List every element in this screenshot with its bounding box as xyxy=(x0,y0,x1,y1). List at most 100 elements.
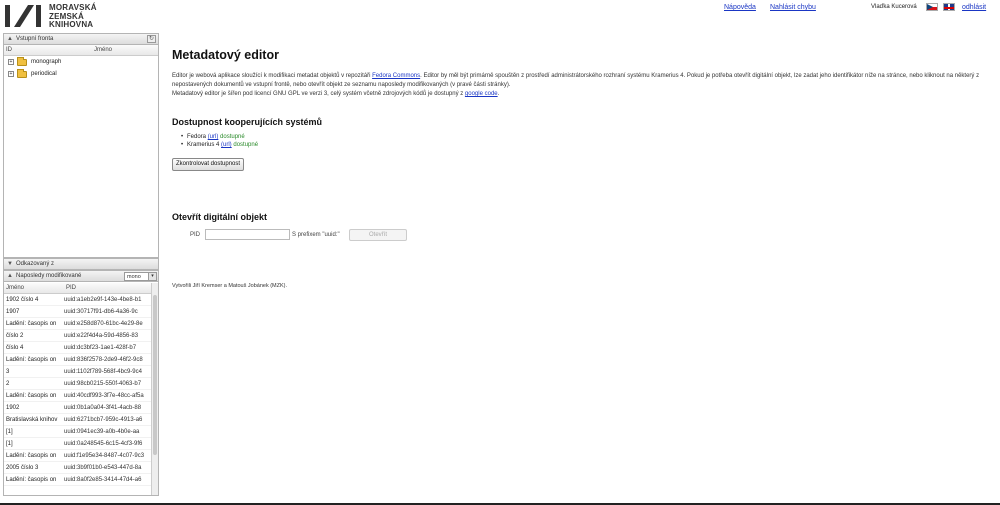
recent-title: Naposledy modifikované xyxy=(16,273,82,279)
table-row[interactable]: Bratislavská knihov uuid:6271bcb7-959c-49… xyxy=(4,414,158,426)
expand-arrow-icon[interactable]: ▼ xyxy=(7,259,13,270)
open-button[interactable]: Otevřít xyxy=(349,229,407,241)
system-item-kramerius: Kramerius 4 (url) dostupné xyxy=(181,141,992,149)
table-row[interactable]: Ladění: časopis on uuid:8a0f2e85-3414-47d… xyxy=(4,474,158,486)
row-pid: uuid:dc3bf23-1ae1-428f-b7 xyxy=(64,345,137,351)
row-name: 2005 číslo 3 xyxy=(6,465,39,471)
row-name: 2 xyxy=(6,381,10,387)
table-row[interactable]: 1902 uuid:0b1a0a04-3f41-4acb-88 xyxy=(4,402,158,414)
help-link[interactable]: Nápověda xyxy=(724,4,756,11)
row-pid: uuid:1102f789-568f-4bc9-9c4 xyxy=(64,369,142,375)
row-name: Ladění: časopis on xyxy=(6,393,57,399)
main-content: Metadatový editor Editor je webová aplik… xyxy=(172,48,992,289)
system-name: Kramerius 4 xyxy=(187,142,220,148)
english-flag-icon[interactable] xyxy=(943,3,955,11)
expand-icon[interactable]: + xyxy=(8,59,14,65)
pid-input[interactable] xyxy=(205,229,290,240)
row-name: číslo 4 xyxy=(6,345,24,351)
recent-columns: Jméno PID xyxy=(4,283,158,294)
logout-link[interactable]: odhlásit xyxy=(962,4,986,11)
systems-title: Dostupnost kooperujících systémů xyxy=(172,117,323,127)
fedora-commons-link[interactable]: Fedora Commons xyxy=(372,73,420,79)
row-name: Ladění: časopis on xyxy=(6,477,57,483)
open-object-form: PID S prefixem "uuid:" Otevřít xyxy=(172,229,992,243)
pid-hint: S prefixem "uuid:" xyxy=(292,232,340,238)
column-name[interactable]: Jméno xyxy=(6,283,24,294)
row-pid: uuid:8a0f2e85-3414-47d4-a6 xyxy=(64,477,142,483)
license-text: Metadatový editor je šířen pod licencí G… xyxy=(172,91,465,97)
input-queue-columns: ID Jméno xyxy=(4,45,158,56)
expand-icon[interactable]: + xyxy=(8,71,14,77)
table-row[interactable]: Ladění: časopis on uuid:40cdf993-3f7e-48c… xyxy=(4,390,158,402)
column-id[interactable]: ID xyxy=(6,45,12,56)
row-name: [1] xyxy=(6,429,13,435)
related-header[interactable]: ▼ Odkazovaný z xyxy=(4,259,158,270)
recent-panel: ▲ Naposledy modifikované mono ▾ Jméno PI… xyxy=(3,270,159,496)
system-url-link[interactable]: (url) xyxy=(208,134,219,140)
table-row[interactable]: 3 uuid:1102f789-568f-4bc9-9c4 xyxy=(4,366,158,378)
refresh-icon[interactable]: ↻ xyxy=(147,35,156,43)
system-item-fedora: Fedora (url) dostupné xyxy=(181,133,992,141)
system-status: dostupné xyxy=(233,142,259,148)
recent-header[interactable]: ▲ Naposledy modifikované mono ▾ xyxy=(4,271,158,282)
check-availability-button[interactable]: Zkontrolovat dostupnost xyxy=(172,158,245,171)
row-pid: uuid:e22f4d4a-59d-4856-83 xyxy=(64,333,139,339)
table-row[interactable]: 2005 číslo 3 uuid:3b9f01b0-e543-447d-8a xyxy=(4,462,158,474)
table-row[interactable]: [1] uuid:0941ec39-a0b-4b0e-aa xyxy=(4,426,158,438)
model-filter-select[interactable]: mono ▾ xyxy=(124,272,157,281)
app-header: MORAVSKÁ ZEMSKÁ KNIHOVNA Nápověda Nahlás… xyxy=(0,0,1000,32)
logo-text: MORAVSKÁ ZEMSKÁ KNIHOVNA xyxy=(49,3,97,30)
row-name: Ladění: časopis on xyxy=(6,321,57,327)
collapse-arrow-icon[interactable]: ▲ xyxy=(7,271,13,282)
table-row[interactable]: Ladění: časopis on uuid:836f2578-2de9-46f… xyxy=(4,354,158,366)
license-text: . xyxy=(497,91,500,97)
row-pid: uuid:3b9f01b0-e543-447d-8a xyxy=(64,465,142,471)
system-url-link[interactable]: (url) xyxy=(221,142,232,148)
library-logo: MORAVSKÁ ZEMSKÁ KNIHOVNA xyxy=(4,3,124,31)
report-bug-link[interactable]: Nahlásit chybu xyxy=(770,4,816,11)
table-row[interactable]: 1902 číslo 4 uuid:a1eb2e9f-143e-4be8-b1 xyxy=(4,294,158,306)
tree-item-label: monograph xyxy=(31,59,62,65)
czech-flag-icon[interactable] xyxy=(926,3,938,11)
open-object-title: Otevřít digitální objekt xyxy=(172,212,268,222)
page-title: Metadatový editor xyxy=(172,48,279,62)
systems-list: Fedora (url) dostupné Kramerius 4 (url) … xyxy=(181,133,992,149)
column-name[interactable]: Jméno xyxy=(94,45,112,56)
row-name: Ladění: časopis on xyxy=(6,357,57,363)
authors-text: Vytvořili Jiří Kremser a Matouš Jobánek … xyxy=(172,283,288,289)
row-name: 1902 xyxy=(6,405,20,411)
row-pid: uuid:0b1a0a04-3f41-4acb-88 xyxy=(64,405,142,411)
table-row[interactable]: číslo 4 uuid:dc3bf23-1ae1-428f-b7 xyxy=(4,342,158,354)
user-name: Vlaďka Kucerová xyxy=(871,4,917,10)
row-pid: uuid:0941ec39-a0b-4b0e-aa xyxy=(64,429,140,435)
row-pid: uuid:0a248545-6c15-4cf3-9f6 xyxy=(64,441,143,447)
row-pid: uuid:40cdf993-3f7e-48cc-af5a xyxy=(64,393,144,399)
scrollbar-thumb[interactable] xyxy=(153,295,157,455)
tree-item-periodical[interactable]: + periodical xyxy=(4,68,158,80)
row-name: Bratislavská knihov xyxy=(6,417,58,423)
collapse-arrow-icon[interactable]: ▲ xyxy=(7,34,13,45)
vertical-scrollbar[interactable] xyxy=(151,283,158,495)
row-name: 1907 xyxy=(6,309,20,315)
table-row[interactable]: číslo 2 uuid:e22f4d4a-59d-4856-83 xyxy=(4,330,158,342)
row-name: 3 xyxy=(6,369,10,375)
system-status: dostupné xyxy=(220,134,245,140)
table-row[interactable]: Ladění: časopis on uuid:f1e95e34-8487-4c0… xyxy=(4,450,158,462)
column-pid[interactable]: PID xyxy=(66,283,76,294)
recent-rows: 1902 číslo 4 uuid:a1eb2e9f-143e-4be8-b1 19… xyxy=(4,294,158,486)
table-row[interactable]: 2 uuid:98cb0215-550f-4063-b7 xyxy=(4,378,158,390)
google-code-link[interactable]: google code xyxy=(465,91,498,97)
recent-grid: Jméno PID 1902 číslo 4 uuid:a1eb2e9f-143e… xyxy=(4,283,158,495)
row-pid: uuid:30717f91-db6-4a36-9c xyxy=(64,309,138,315)
chevron-down-icon[interactable]: ▾ xyxy=(148,273,156,280)
input-queue-header[interactable]: ▲ Vstupní fronta ↻ xyxy=(4,34,158,45)
tree-item-label: periodical xyxy=(31,71,57,77)
input-queue-title: Vstupní fronta xyxy=(16,36,54,42)
row-pid: uuid:f1e95e34-8487-4c07-9c3 xyxy=(64,453,145,459)
row-pid: uuid:836f2578-2de9-46f2-9c8 xyxy=(64,357,143,363)
table-row[interactable]: 1907 uuid:30717f91-db6-4a36-9c xyxy=(4,306,158,318)
table-row[interactable]: Ladění: časopis on uuid:e258d870-61bc-4e2… xyxy=(4,318,158,330)
tree-item-monograph[interactable]: + monograph xyxy=(4,56,158,68)
table-row[interactable]: [1] uuid:0a248545-6c15-4cf3-9f6 xyxy=(4,438,158,450)
row-name: [1] xyxy=(6,441,13,447)
